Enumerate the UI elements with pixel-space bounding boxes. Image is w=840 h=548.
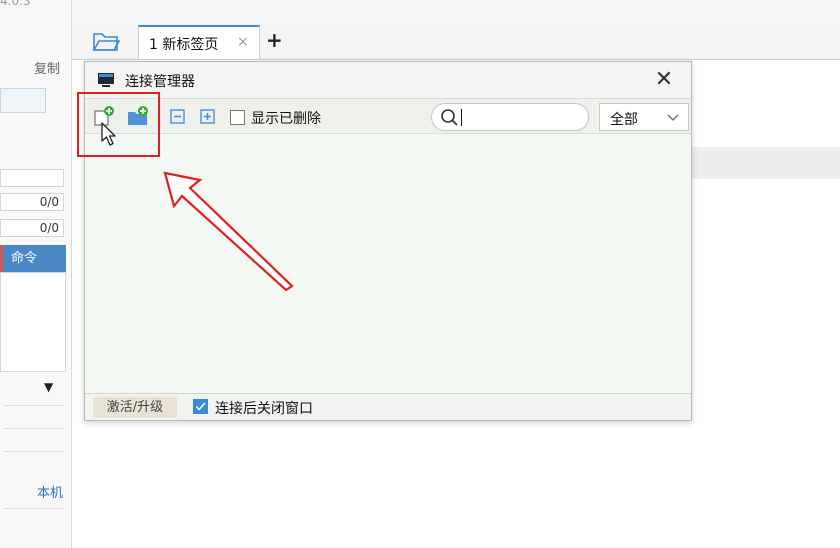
content-bar: [690, 147, 840, 179]
search-input[interactable]: [431, 103, 589, 131]
dialog-toolbar: 显示已删除 全部: [85, 98, 691, 134]
show-deleted-checkbox[interactable]: [230, 110, 245, 125]
collapse-all-icon[interactable]: [167, 105, 189, 127]
divider: [4, 405, 64, 406]
add-tab-button[interactable]: +: [266, 28, 283, 52]
activate-upgrade-button[interactable]: 激活/升级: [93, 397, 177, 418]
expand-all-icon[interactable]: [197, 105, 219, 127]
filter-select[interactable]: 全部: [599, 103, 689, 131]
filter-selected-value: 全部: [610, 112, 638, 128]
command-list: [0, 272, 66, 372]
command-tab[interactable]: 命令: [0, 245, 66, 272]
sidebar-input[interactable]: [0, 88, 46, 113]
left-sidebar: 4.0.3 复制 0/0 0/0 命令 ⋮⋮ ▼ 本机: [0, 0, 78, 548]
close-after-connect-label: 连接后关闭窗口: [215, 401, 313, 417]
dialog-title-bar[interactable]: 连接管理器 ✕: [85, 62, 691, 98]
search-icon: [441, 109, 458, 126]
checkmark-icon: [195, 402, 206, 411]
divider: [4, 508, 64, 509]
monitor-icon: [98, 73, 114, 87]
tab-new[interactable]: 1 新标签页 ×: [138, 25, 260, 59]
sidebar-row-value: 0/0: [0, 193, 64, 211]
dialog-title: 连接管理器: [125, 74, 195, 90]
sidebar-row-value: 0/0: [0, 219, 64, 237]
dialog-footer: 激活/升级 连接后关闭窗口: [85, 393, 691, 420]
tab-close-icon[interactable]: ×: [237, 34, 249, 50]
dropdown-triangle-icon[interactable]: ▼: [44, 380, 53, 394]
chevron-down-icon: [667, 114, 679, 121]
copy-link[interactable]: 复制: [34, 58, 60, 77]
version-label: 4.0.3: [0, 0, 31, 8]
close-after-connect-checkbox[interactable]: [193, 399, 208, 414]
annotation-arrow-icon: [163, 171, 294, 292]
tab-bar: 1 新标签页 × +: [72, 22, 840, 60]
divider: [4, 451, 64, 452]
highlight-box: [77, 92, 160, 157]
sidebar-field-empty: [0, 169, 64, 187]
mouse-cursor-icon: [101, 122, 116, 146]
show-deleted-label: 显示已删除: [251, 111, 321, 127]
open-folder-icon[interactable]: [92, 30, 120, 52]
local-link[interactable]: 本机: [37, 482, 63, 501]
text-caret: [461, 109, 462, 126]
tab-label: 1 新标签页: [149, 37, 219, 53]
close-icon[interactable]: ✕: [649, 65, 679, 95]
divider: [4, 428, 64, 429]
